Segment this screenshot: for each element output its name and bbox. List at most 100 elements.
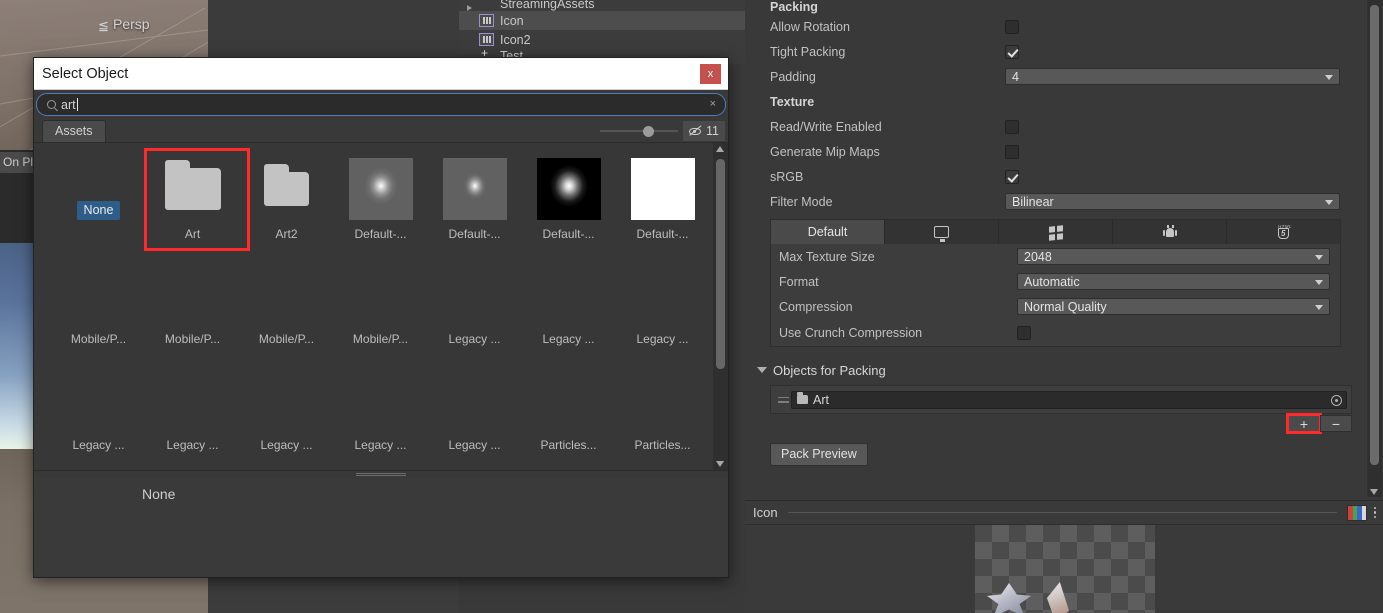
hierarchy-row-icon[interactable]: Icon [459,11,745,30]
asset-caption: Legacy ... [72,438,125,452]
dialog-splitter[interactable] [34,470,728,477]
thumbnail-size-slider[interactable] [600,125,678,137]
search-field-container[interactable]: art × [36,93,726,116]
add-object-button[interactable]: + [1286,413,1322,434]
objects-for-packing-header: Objects for Packing [773,362,886,378]
tab-default-label: Default [807,225,848,239]
platform-tabs[interactable]: Default HTML 5 [771,220,1340,244]
asset-item-particles-2[interactable]: Particles... [616,364,709,452]
allow-rotation-checkbox[interactable] [1005,19,1019,34]
scroll-down-icon[interactable] [716,461,724,467]
list-add-remove-row: + − [745,413,1352,434]
crunch-checkbox[interactable] [1017,325,1031,340]
splitter-grip [356,473,406,476]
row-padding[interactable]: Padding 4 [745,64,1366,89]
dialog-preview-label: None [142,486,176,502]
asset-caption: Legacy ... [260,438,313,452]
asset-item-legacy-7[interactable]: Legacy ... [334,364,427,452]
row-compression[interactable]: Compression Normal Quality [771,294,1340,319]
scrollbar-thumb[interactable] [716,159,725,369]
list-item[interactable]: Art [775,390,1347,409]
chevron-down-icon [1325,75,1333,80]
scroll-down-icon[interactable] [1370,489,1378,495]
asset-item-default-4[interactable]: Default-... [616,153,709,241]
asset-item-default-2[interactable]: Default-... [428,153,521,241]
pack-preview-button[interactable]: Pack Preview [770,443,868,466]
hierarchy-row-icon2[interactable]: Icon2 [459,30,745,49]
scroll-up-icon[interactable] [716,146,724,152]
close-icon[interactable]: x [700,63,721,84]
asset-item-legacy-3[interactable]: Legacy ... [616,258,709,346]
asset-grid-scrollbar[interactable] [713,143,728,470]
objects-for-packing-header-row[interactable]: Objects for Packing [745,359,1366,381]
asset-caption: Mobile/P... [70,332,127,346]
row-format[interactable]: Format Automatic [771,269,1340,294]
asset-thumb [428,258,521,330]
remove-object-button[interactable]: − [1320,415,1352,432]
row-filter-mode[interactable]: Filter Mode Bilinear [745,189,1366,214]
mip-maps-checkbox[interactable] [1005,144,1019,159]
asset-thumb [334,153,427,225]
kebab-menu-icon[interactable] [1367,506,1383,519]
filter-mode-dropdown[interactable]: Bilinear [1005,193,1340,210]
tight-packing-checkbox[interactable] [1005,44,1019,59]
collapse-triangle-icon[interactable] [757,367,767,373]
tab-android[interactable] [1113,220,1227,244]
filter-mode-label: Filter Mode [770,194,833,209]
row-srgb[interactable]: sRGB [745,164,1366,189]
rgba-channels-icon[interactable] [1347,504,1367,521]
asset-item-legacy-5[interactable]: Legacy ... [146,364,239,452]
compression-dropdown[interactable]: Normal Quality [1017,298,1330,315]
folder-icon [264,164,309,206]
row-mip-maps[interactable]: Generate Mip Maps [745,139,1366,164]
scrollbar-thumb[interactable] [1370,5,1379,465]
row-max-texture-size[interactable]: Max Texture Size 2048 [771,244,1340,269]
asset-item-legacy-6[interactable]: Legacy ... [240,364,333,452]
row-allow-rotation[interactable]: Allow Rotation [745,14,1366,39]
asset-item-mobile-4[interactable]: Mobile/P... [334,258,427,346]
padding-dropdown[interactable]: 4 [1005,68,1340,85]
persp-label[interactable]: Persp [113,16,150,32]
tab-default[interactable]: Default [771,220,885,244]
asset-item-mobile-1[interactable]: Mobile/P... [52,258,145,346]
project-hierarchy-list[interactable]: StreamingAssets Icon Icon2 Test [459,0,745,64]
inspector-scrollbar[interactable] [1367,0,1382,497]
row-read-write[interactable]: Read/Write Enabled [745,114,1366,139]
dialog-toolbar: Assets 11 [34,120,728,143]
hierarchy-row-streamingassets[interactable]: StreamingAssets [459,0,745,11]
read-write-checkbox[interactable] [1005,119,1019,134]
select-object-dialog[interactable]: Select Object x art × Assets 11 None Art… [33,57,729,578]
asset-item-legacy-8[interactable]: Legacy ... [428,364,521,452]
object-picker-icon[interactable] [1331,394,1342,406]
slider-knob[interactable] [643,126,654,137]
asset-item-art2[interactable]: Art2 [240,153,333,241]
asset-thumb [522,153,615,225]
preview-canvas[interactable] [745,525,1383,613]
tab-webgl[interactable]: HTML 5 [1227,220,1340,244]
row-tight-packing[interactable]: Tight Packing [745,39,1366,64]
hidden-items-toggle[interactable]: 11 [683,121,725,141]
asset-item-legacy-1[interactable]: Legacy ... [428,258,521,346]
tab-standalone[interactable] [885,220,999,244]
asset-grid[interactable]: None Art Art2 Default-... Default-... De… [34,143,728,470]
srgb-checkbox[interactable] [1005,169,1019,184]
objects-for-packing-list[interactable]: Art [770,385,1352,414]
asset-item-mobile-2[interactable]: Mobile/P... [146,258,239,346]
format-dropdown[interactable]: Automatic [1017,273,1330,290]
asset-item-particles-1[interactable]: Particles... [522,364,615,452]
object-field-art[interactable]: Art [791,390,1347,409]
asset-item-legacy-2[interactable]: Legacy ... [522,258,615,346]
asset-item-legacy-4[interactable]: Legacy ... [52,364,145,452]
asset-item-mobile-3[interactable]: Mobile/P... [240,258,333,346]
asset-item-default-1[interactable]: Default-... [334,153,427,241]
tab-windows[interactable] [999,220,1113,244]
asset-item-art[interactable]: Art [146,153,239,241]
asset-item-default-3[interactable]: Default-... [522,153,615,241]
asset-item-none[interactable]: None [52,153,145,220]
row-crunch-compression[interactable]: Use Crunch Compression [771,319,1340,346]
clear-search-icon[interactable]: × [710,98,716,110]
search-input[interactable]: art [61,98,76,112]
tab-assets[interactable]: Assets [42,120,106,142]
drag-handle-icon[interactable] [775,394,791,406]
max-texture-size-dropdown[interactable]: 2048 [1017,248,1330,265]
